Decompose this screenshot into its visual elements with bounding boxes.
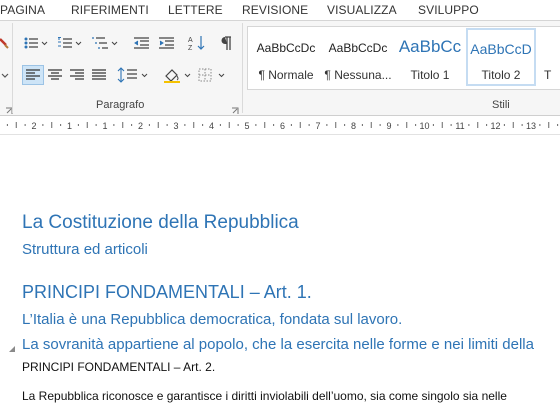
heading-principi-art-2: PRINCIPI FONDAMENTALI – Art. 2. [22,360,216,374]
ruler-label: 10 [419,121,429,131]
styles-gallery: AaBbCcDc ¶ Normale AaBbCcDc ¶ Nessuna...… [247,26,560,90]
increase-indent-button[interactable] [156,33,178,53]
tab-sviluppo[interactable]: SVILUPPO [418,3,479,17]
heading-italia-repubblica: L’Italia è una Repubblica democratica, f… [22,311,403,328]
style-titolo[interactable]: T [540,28,560,86]
style-name-titolo-2: Titolo 2 [481,68,521,82]
align-left-button[interactable] [22,65,44,85]
ribbon-separator [12,23,13,113]
tab-revisione[interactable]: REVISIONE [242,3,308,17]
style-nessuna-spaziatura[interactable]: AaBbCcDc ¶ Nessuna... [323,28,393,86]
ruler-label: 7 [315,121,320,131]
style-titolo-2[interactable]: AaBbCcD Titolo 2 [466,28,536,86]
ruler-label: 1 [102,121,107,131]
ribbon-separator [242,23,243,113]
ribbon: A Z Paragrafo AaBbCcDc ¶ Normale AaBbCcD… [0,21,560,116]
ruler-label: 2 [138,121,143,131]
svg-text:A: A [188,37,193,44]
ruler-label: 13 [526,121,536,131]
line-spacing-button[interactable] [116,65,152,85]
heading-sovranita: La sovranità appartiene al popolo, che l… [22,336,534,353]
ruler-label: 1 [67,121,72,131]
tab-lettere[interactable]: LETTERE [168,3,223,17]
style-name-nessuna: ¶ Nessuna... [324,68,392,82]
tab-pagina[interactable]: PAGINA [0,3,45,17]
body-paragraph: La Repubblica riconosce e garantisce i d… [22,389,507,403]
paragraph-group-label: Paragrafo [96,99,145,111]
ruler-label: 11 [455,121,464,131]
style-preview-titolo-2: AaBbCcD [470,41,532,57]
paragraph-dialog-launcher-icon[interactable] [231,102,239,114]
svg-text:Z: Z [188,45,193,51]
align-right-button[interactable] [67,65,87,85]
ruler-label: 12 [490,121,500,131]
shading-button[interactable] [161,65,195,85]
justify-button[interactable] [89,65,109,85]
style-preview-titolo-1: AaBbCc [398,37,462,56]
style-name-titolo: T [544,68,552,82]
ruler-label: 3 [173,121,178,131]
tab-riferimenti[interactable]: RIFERIMENTI [71,3,149,17]
numbered-list-button[interactable] [56,33,86,53]
ruler-scale: 211234567891011121314 [0,116,559,134]
style-preview-normale: AaBbCcDc [256,41,316,55]
ruler-label: 9 [386,121,391,131]
collapse-heading-icon[interactable] [8,340,16,352]
ruler-label: 2 [31,121,36,131]
ruler-label: 5 [244,121,249,131]
show-formatting-marks-button[interactable] [214,33,238,53]
ribbon-tab-bar: PAGINA RIFERIMENTI LETTERE REVISIONE VIS… [0,0,560,21]
ruler-label: 8 [351,121,356,131]
align-center-button[interactable] [45,65,65,85]
clipboard-arrow-icon[interactable] [0,65,10,85]
decrease-indent-button[interactable] [131,33,153,53]
style-name-titolo-1: Titolo 1 [410,68,450,82]
horizontal-ruler[interactable]: 211234567891011121314 [0,116,560,135]
style-titolo-1[interactable]: AaBbCc Titolo 1 [395,28,465,86]
ruler-label: 4 [209,121,214,131]
heading-principi-art-1: PRINCIPI FONDAMENTALI – Art. 1. [22,282,312,302]
ruler-label: 6 [280,121,285,131]
bullet-list-button[interactable] [22,33,52,53]
borders-button[interactable] [196,65,230,85]
multilevel-list-button[interactable] [90,33,122,53]
sort-button[interactable]: A Z [185,33,209,53]
tab-visualizza[interactable]: VISUALIZZA [327,3,397,17]
document-subtitle: Struttura ed articoli [22,241,148,258]
style-name-normale: ¶ Normale [258,68,314,82]
document-title: La Costituzione della Repubblica [22,212,299,233]
style-normale[interactable]: AaBbCcDc ¶ Normale [251,28,321,86]
styles-group-label: Stili [492,99,510,111]
document-page[interactable]: La Costituzione della Repubblica Struttu… [0,135,560,403]
style-preview-nessuna: AaBbCcDc [328,41,388,55]
format-painter-icon[interactable] [0,33,10,53]
